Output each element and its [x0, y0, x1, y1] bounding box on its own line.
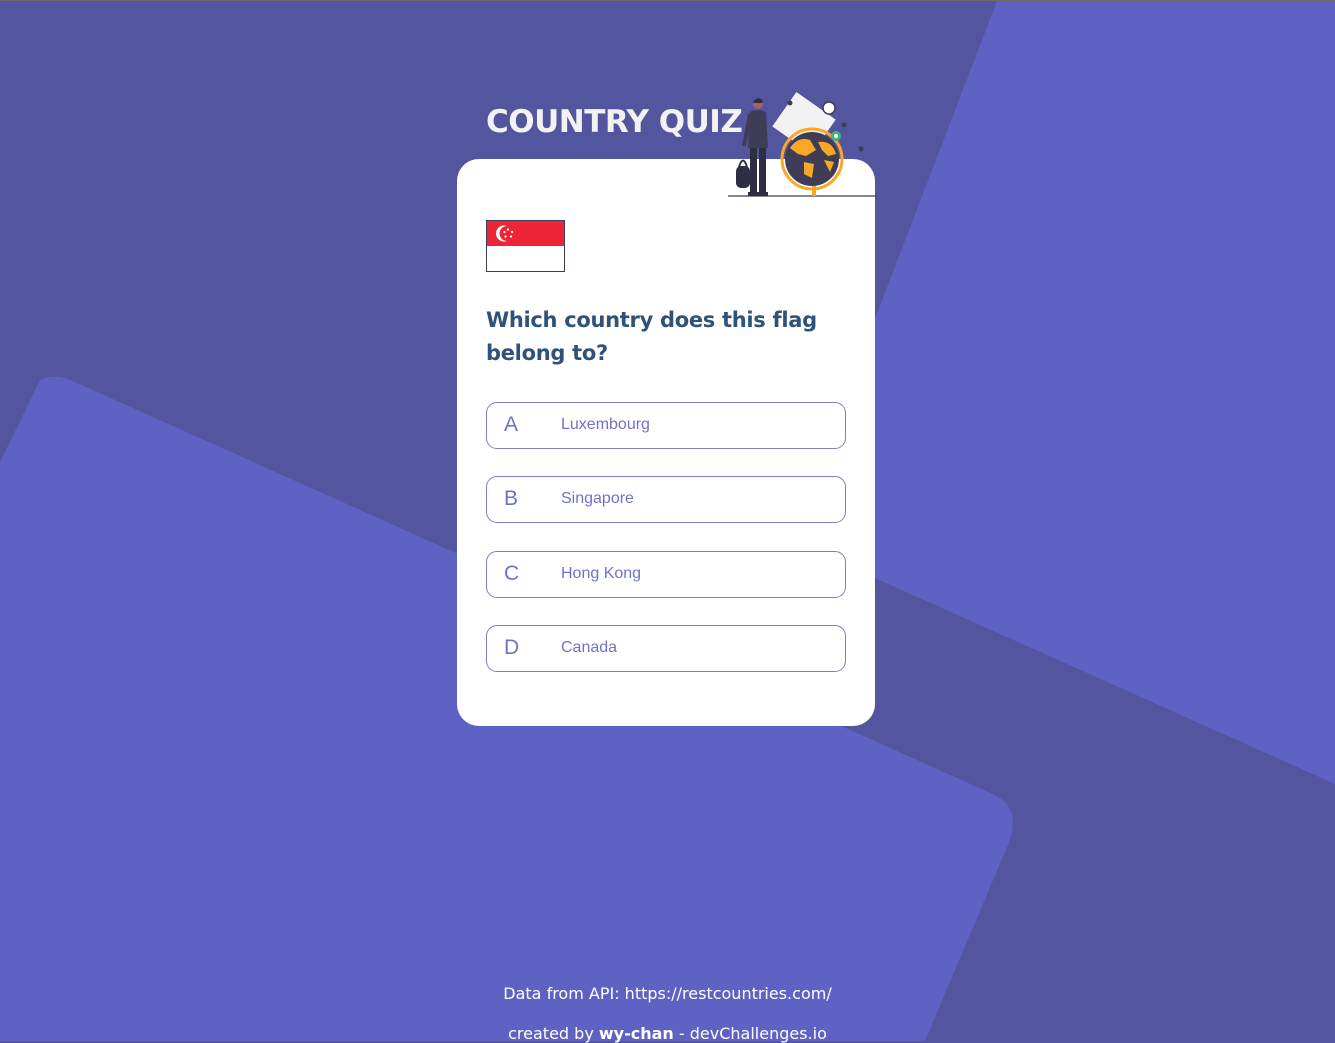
option-b-button[interactable]: B Singapore — [486, 476, 846, 523]
option-a-button[interactable]: A Luxembourg — [486, 402, 846, 449]
credit-suffix: - devChallenges.io — [678, 1024, 827, 1043]
option-d-button[interactable]: D Canada — [486, 625, 846, 672]
question-text: Which country does this flag belong to? — [486, 308, 817, 365]
app-title: COUNTRY QUIZ — [486, 104, 743, 140]
option-letter: D — [504, 636, 520, 659]
singapore-flag-icon — [486, 220, 565, 272]
option-answer: Hong Kong — [561, 565, 642, 582]
option-letter: B — [504, 487, 519, 510]
option-answer: Luxembourg — [561, 416, 650, 433]
api-credit: Data from API: https://restcountries.com… — [503, 984, 832, 1003]
option-c-button[interactable]: C Hong Kong — [486, 551, 846, 598]
author-credit: created by wy-chan - devChallenges.io — [0, 1024, 1335, 1043]
option-answer: Canada — [561, 639, 618, 656]
author-link[interactable]: wy-chan — [599, 1024, 674, 1043]
option-letter: A — [504, 413, 519, 436]
credit-prefix: created by — [508, 1024, 594, 1043]
crescent-stars-icon — [496, 225, 515, 242]
traveler-with-globe-icon — [728, 92, 876, 197]
option-letter: C — [504, 562, 520, 585]
option-answer: Singapore — [561, 490, 634, 507]
